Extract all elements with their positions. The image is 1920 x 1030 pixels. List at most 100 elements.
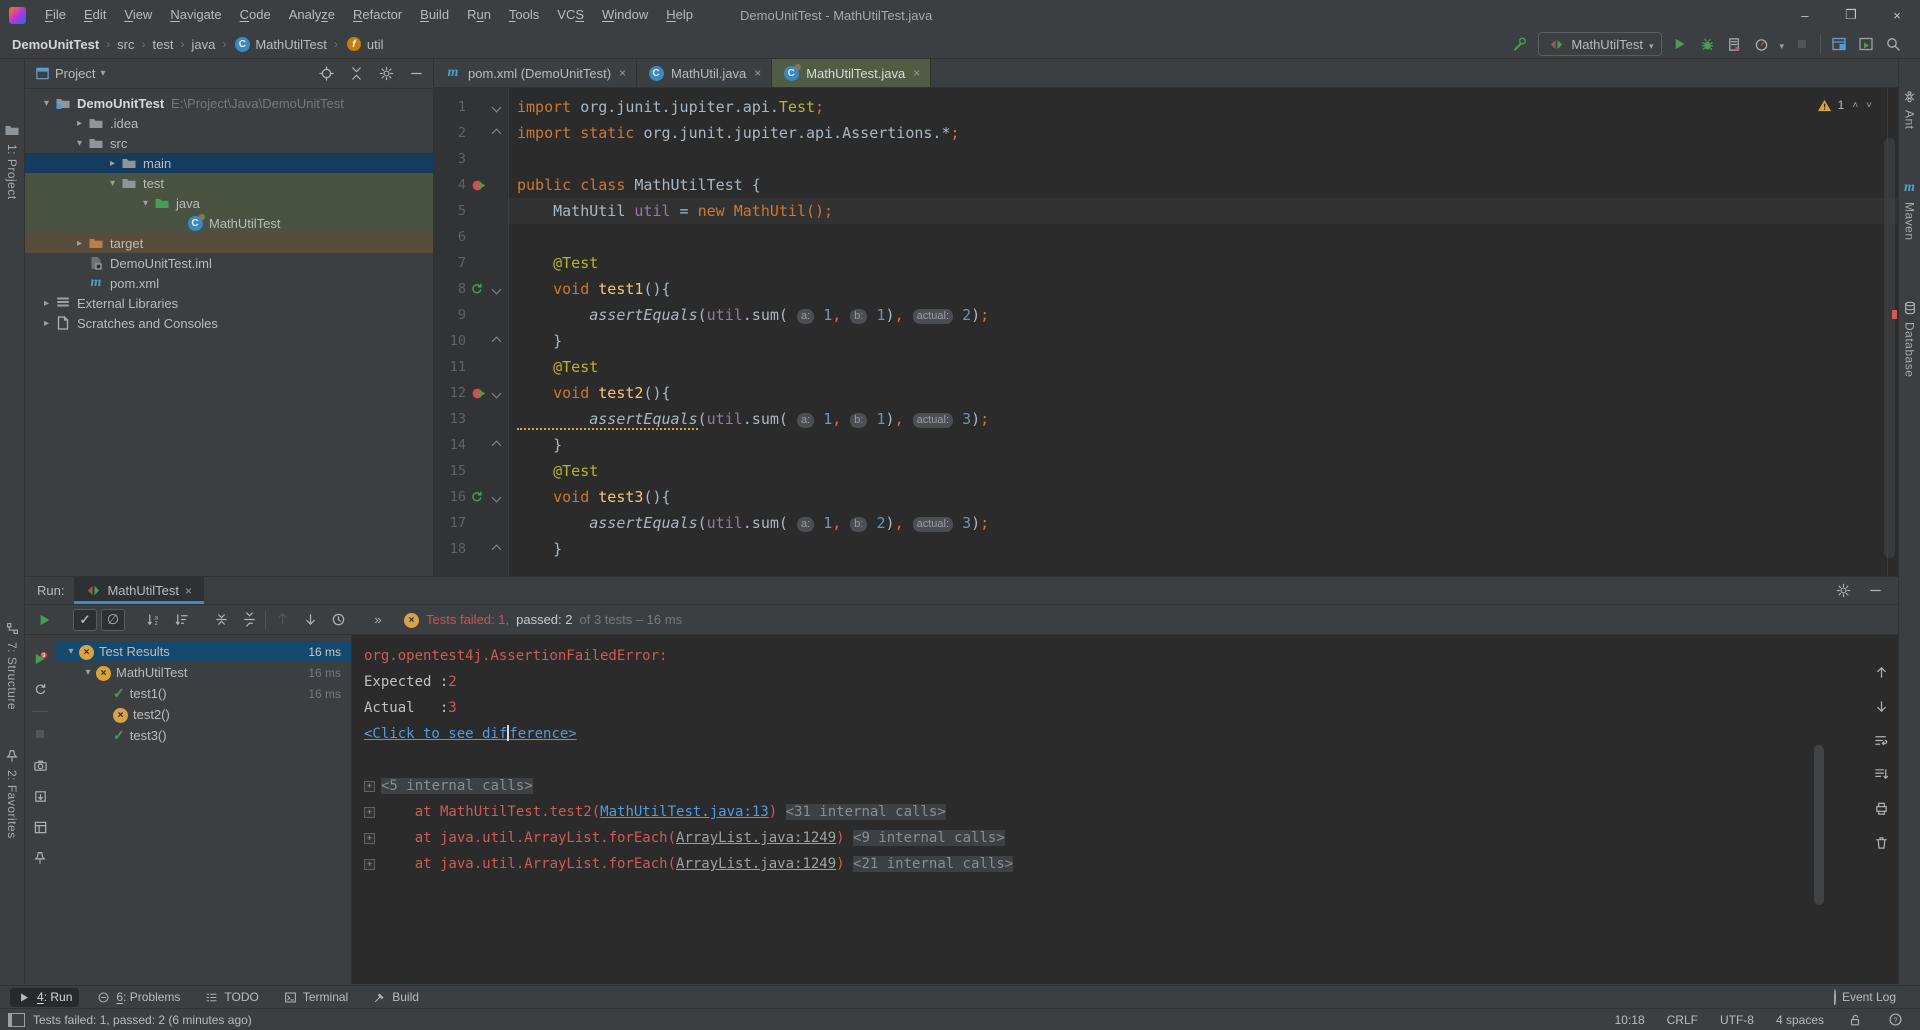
code-line[interactable]: void test3(){ (509, 484, 1898, 510)
toolwindow-button-6-problems[interactable]: 6: Problems (89, 988, 187, 1007)
highlighting-level-icon[interactable]: ? (1886, 1011, 1904, 1029)
fold-marker-icon[interactable] (488, 546, 504, 553)
code-line[interactable]: } (509, 328, 1898, 354)
breadcrumb-item[interactable]: java (191, 37, 215, 52)
test-failed-gutter-icon[interactable] (466, 387, 488, 400)
tool-stripe-button[interactable]: 7: Structure (0, 619, 24, 710)
restore-layout-button[interactable] (31, 818, 49, 836)
stacktrace-link[interactable]: ArrayList.java:1249 (676, 856, 836, 872)
chevron-right-icon[interactable]: ▸ (39, 298, 54, 309)
chevron-down-icon[interactable]: ▾ (105, 178, 120, 189)
code-line[interactable]: } (509, 536, 1898, 562)
run-config-select[interactable]: MathUtilTest▾ (1538, 32, 1662, 56)
tree-row-src[interactable]: ▾src (25, 133, 433, 153)
close-tab-icon[interactable]: × (185, 584, 192, 598)
gear-icon[interactable] (377, 65, 395, 83)
scroll-to-end-button[interactable] (1872, 765, 1890, 783)
test-passed-gutter-icon[interactable] (466, 490, 488, 504)
chevron-down-icon[interactable]: ▾ (39, 98, 54, 109)
tree-row-mathutiltest[interactable]: CMathUtilTest (25, 213, 433, 233)
rerun-tests-button[interactable] (33, 609, 57, 631)
close-tab-icon[interactable]: × (913, 66, 920, 80)
breadcrumb-item[interactable]: futil (345, 35, 384, 53)
fold-marker-icon[interactable] (488, 104, 504, 111)
menu-item-navigate[interactable]: Navigate (161, 0, 230, 30)
test-tree-row-mathutiltest[interactable]: ▾×MathUtilTest16 ms (55, 662, 351, 683)
error-stripe-mark[interactable] (1892, 310, 1897, 319)
breadcrumb-item[interactable]: test (153, 37, 174, 52)
close-button[interactable]: × (1874, 0, 1920, 30)
menu-item-build[interactable]: Build (411, 0, 458, 30)
chevron-down-icon[interactable]: ▾ (72, 138, 87, 149)
search-everywhere-icon[interactable] (1884, 35, 1902, 53)
tool-stripe-button[interactable]: 1: Project (0, 121, 24, 200)
menu-item-refactor[interactable]: Refactor (344, 0, 411, 30)
show-ignored-toggle[interactable]: ∅ (101, 609, 125, 631)
editor-tab-mathutiltest-java[interactable]: CMathUtilTest.java× (772, 59, 931, 87)
code-line[interactable] (509, 146, 1898, 172)
menu-item-view[interactable]: View (115, 0, 161, 30)
code-line[interactable]: } (509, 432, 1898, 458)
run-tab[interactable]: MathUtilTest × (74, 577, 204, 604)
soft-wrap-toggle[interactable] (1872, 731, 1890, 749)
menu-item-edit[interactable]: Edit (75, 0, 115, 30)
menu-item-analyze[interactable]: Analyze (280, 0, 344, 30)
tool-stripe-button[interactable]: Ant (1899, 87, 1920, 130)
breadcrumb-item[interactable]: DemoUnitTest (12, 37, 99, 52)
stacktrace-link[interactable]: <Click to see dif (364, 726, 507, 742)
tree-row-scratches-and-consoles[interactable]: ▸Scratches and Consoles (25, 313, 433, 333)
close-tab-icon[interactable]: × (619, 66, 626, 80)
maximize-button[interactable]: ❐ (1828, 0, 1874, 30)
chevron-down-icon[interactable]: ▾ (63, 646, 79, 657)
pin-tab-button[interactable] (31, 849, 49, 867)
scroll-up-icon[interactable] (1872, 663, 1890, 681)
project-view-selector[interactable]: Project (55, 66, 95, 81)
chevron-down-icon[interactable]: ▾ (80, 667, 96, 678)
fold-expand-icon[interactable]: + (364, 807, 375, 818)
tree-row-demounittest-iml[interactable]: DemoUnitTest.iml (25, 253, 433, 273)
event-log-button[interactable]: Event Log (1834, 990, 1920, 1004)
indent-indicator[interactable]: 4 spaces (1776, 1013, 1824, 1027)
test-console[interactable]: org.opentest4j.AssertionFailedError: Exp… (351, 635, 1864, 984)
expand-all-button[interactable] (209, 609, 233, 631)
project-structure-icon[interactable] (1830, 35, 1848, 53)
fold-marker-icon[interactable] (488, 442, 504, 449)
chevron-right-icon[interactable]: ▸ (105, 158, 120, 169)
editor-tab-pom-xml-demounittest-[interactable]: mpom.xml (DemoUnitTest)× (434, 59, 637, 87)
tree-row-target[interactable]: ▸target (25, 233, 433, 253)
code-line[interactable]: MathUtil util = new MathUtil(); (509, 198, 1898, 224)
profiler-button[interactable] (1752, 35, 1770, 53)
rerun-failed-tests-button[interactable]: 9 (31, 649, 49, 667)
menu-item-window[interactable]: Window (593, 0, 657, 30)
editor-tab-mathutil-java[interactable]: CMathUtil.java× (637, 59, 772, 87)
code-line[interactable]: public class MathUtilTest { (509, 172, 1898, 198)
chevron-right-icon[interactable]: ▸ (39, 318, 54, 329)
fold-marker-icon[interactable] (488, 494, 504, 501)
fold-marker-icon[interactable] (488, 286, 504, 293)
sort-alphabetically-toggle[interactable]: az (141, 609, 165, 631)
fold-expand-icon[interactable]: + (364, 833, 375, 844)
tree-row-demounittest[interactable]: ▾DemoUnitTestE:\Project\Java\DemoUnitTes… (25, 93, 433, 113)
print-button[interactable] (1872, 799, 1890, 817)
stop-button[interactable] (31, 725, 49, 743)
test-tree-row-test3-[interactable]: ✓test3() (55, 725, 351, 746)
toolwindow-toggle-icon[interactable] (8, 1013, 25, 1027)
menu-item-run[interactable]: Run (458, 0, 500, 30)
scroll-down-icon[interactable] (1872, 697, 1890, 715)
run-button[interactable] (1671, 35, 1689, 53)
collapse-all-button[interactable] (237, 609, 261, 631)
tree-row--idea[interactable]: ▸.idea (25, 113, 433, 133)
test-tree-row-test1-[interactable]: ✓test1()16 ms (55, 683, 351, 704)
breadcrumb-item[interactable]: src (117, 37, 134, 52)
fold-expand-icon[interactable]: + (364, 859, 375, 870)
status-message[interactable]: Tests failed: 1, passed: 2 (6 minutes ag… (33, 1013, 252, 1027)
editor-scrollbar[interactable] (1884, 138, 1895, 558)
code-pane[interactable]: import org.junit.jupiter.api.Test;import… (509, 88, 1898, 576)
stacktrace-link[interactable]: ArrayList.java:1249 (676, 830, 836, 846)
debug-button[interactable] (1698, 35, 1716, 53)
test-failed-gutter-icon[interactable] (466, 179, 488, 192)
test-tree-row-test-results[interactable]: ▾×Test Results16 ms (55, 641, 351, 662)
chevron-down-icon[interactable]: ▾ (138, 198, 153, 209)
close-tab-icon[interactable]: × (754, 66, 761, 80)
tree-row-external-libraries[interactable]: ▸External Libraries (25, 293, 433, 313)
